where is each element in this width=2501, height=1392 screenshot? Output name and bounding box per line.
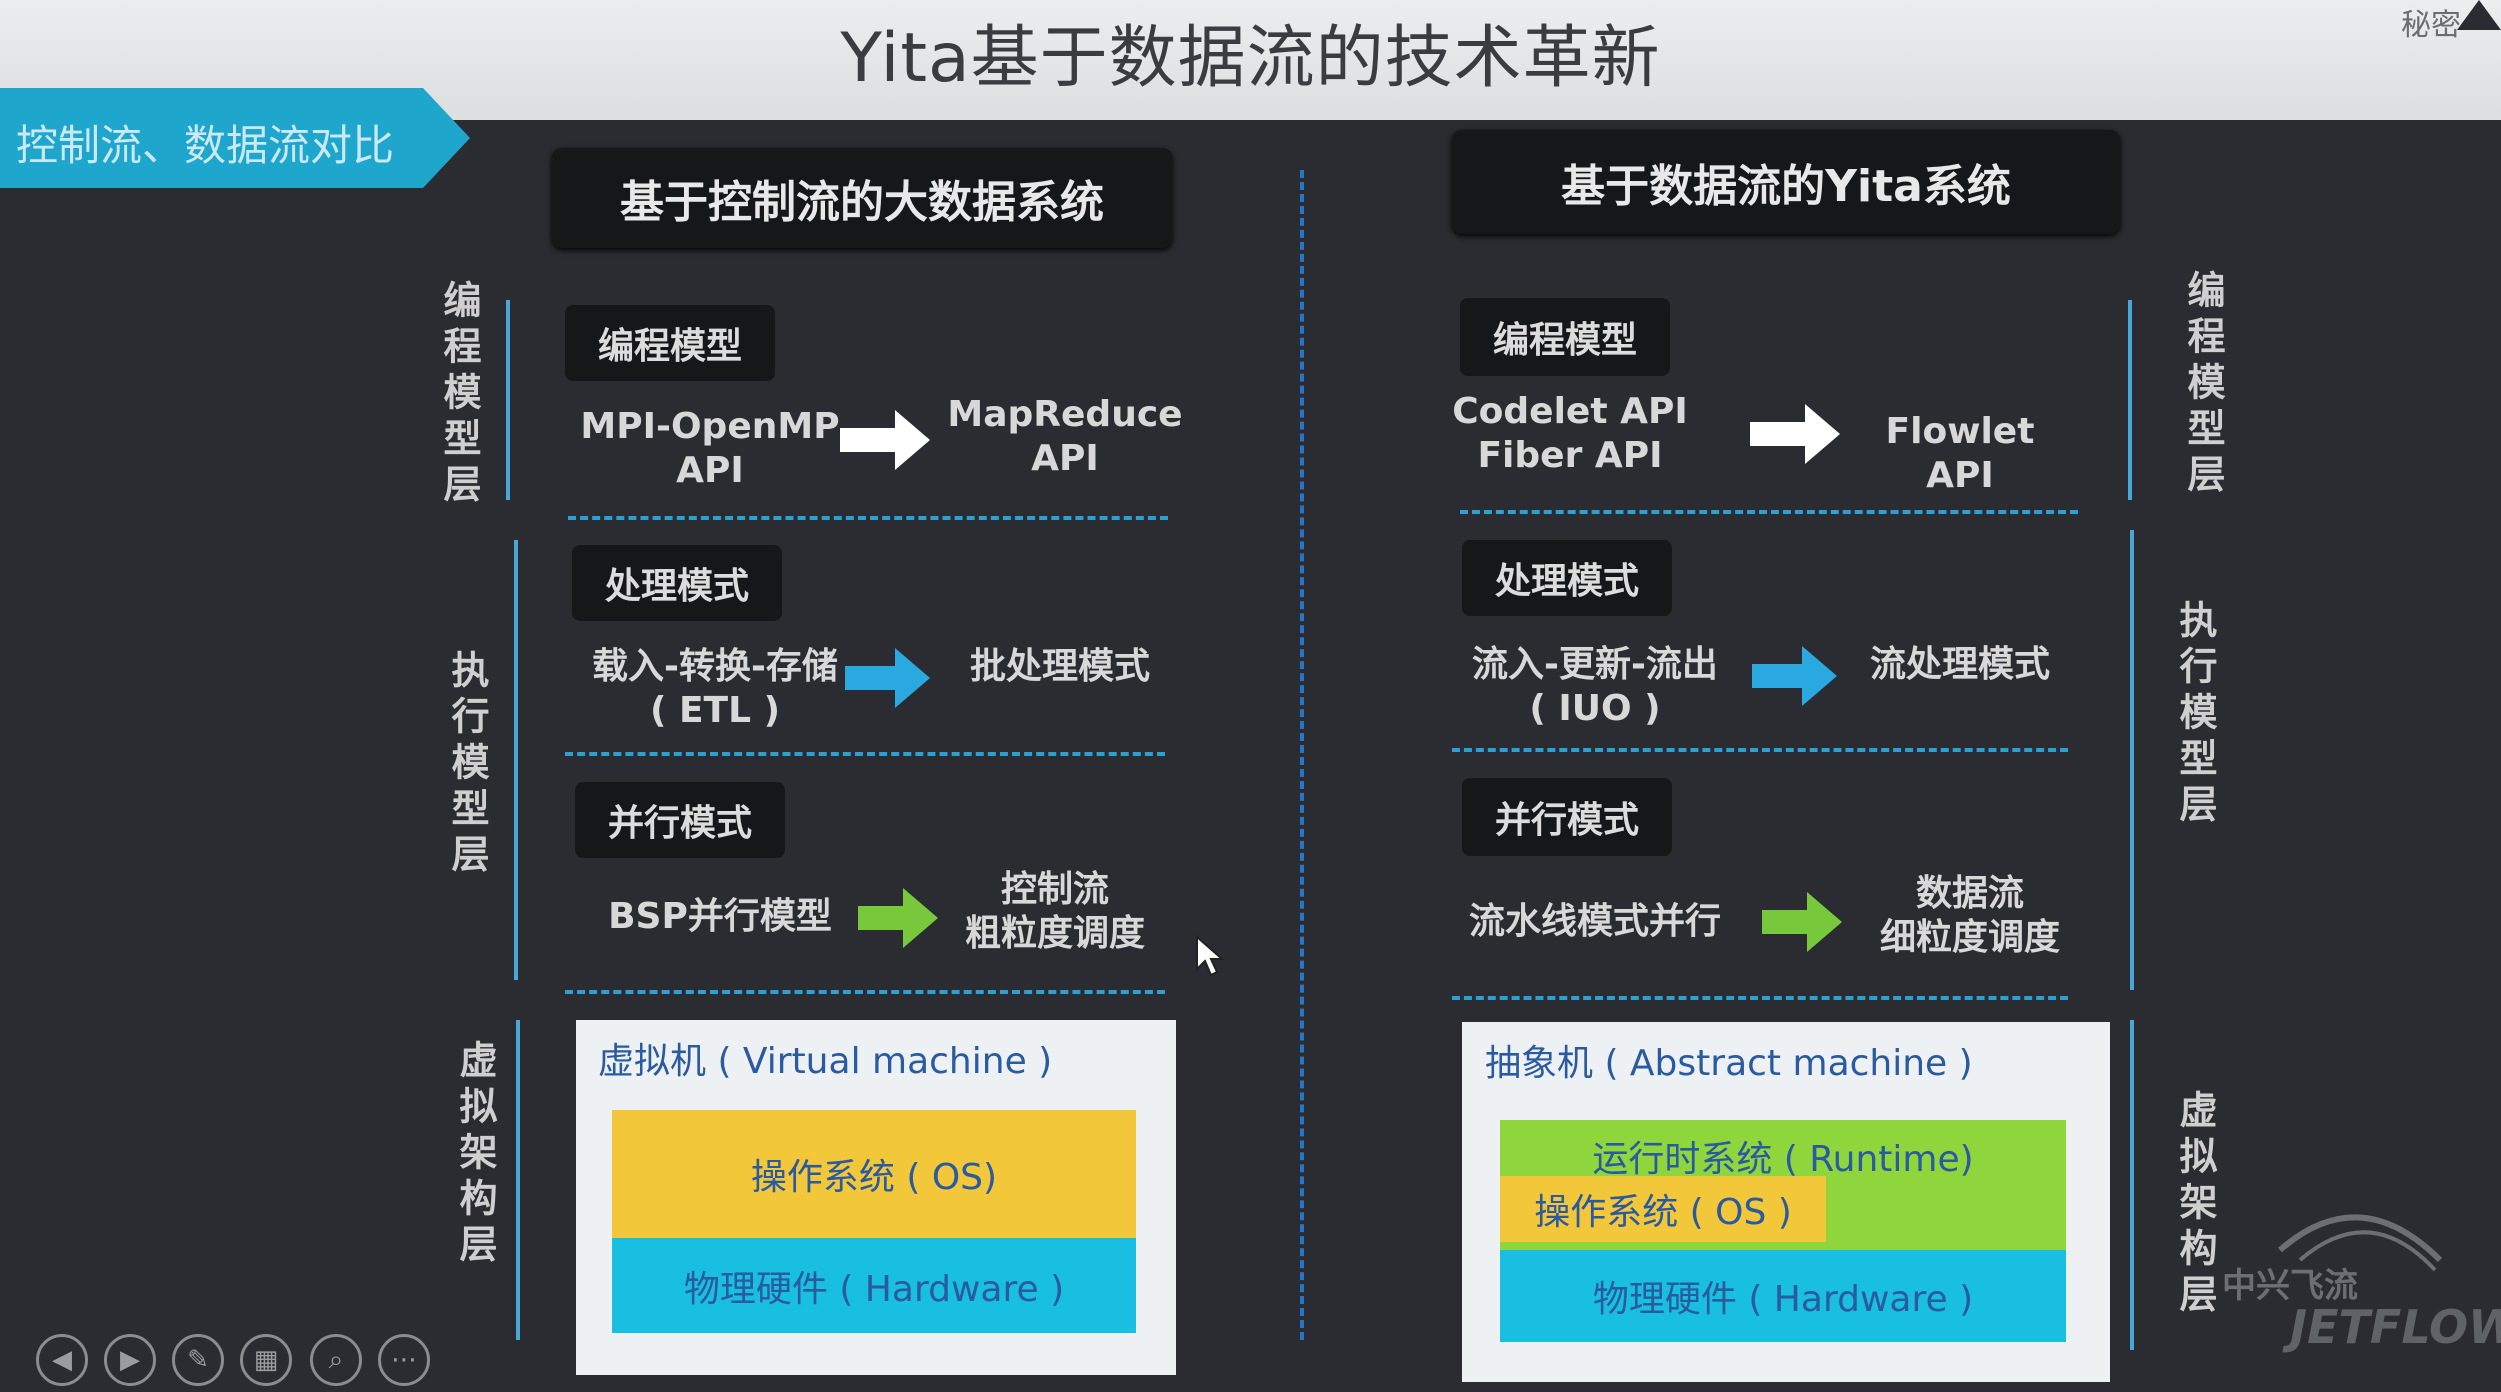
pen-icon[interactable]: ✎ — [172, 1334, 224, 1386]
right-divider-2 — [1452, 748, 2068, 752]
left-machine-label: 虚拟机 ( Virtual machine ) — [598, 1041, 1053, 1082]
right-badge-programming: 编程模型 — [1460, 298, 1670, 376]
left-layer-virtual: 虚拟架构层 — [453, 1040, 497, 1270]
right-row1-arrow-icon — [1750, 404, 1840, 464]
left-layer-execution: 执行模型层 — [445, 650, 489, 880]
right-panel-title: 基于数据流的Yita系统 — [1452, 130, 2120, 234]
logo-en: JETFLOW — [2290, 1300, 2501, 1354]
section-tag-text: 控制流、数据流对比 — [16, 121, 395, 170]
right-row3-arrow-icon — [1762, 892, 1842, 952]
corner-triangle-icon — [2457, 0, 2501, 30]
left-hw-layer: 物理硬件 ( Hardware ) — [612, 1238, 1136, 1333]
right-os-layer: 操作系统 ( OS ) — [1500, 1176, 1826, 1242]
right-row2-to: 流处理模式 — [1869, 644, 2050, 685]
left-row3-from: BSP并行模型 — [608, 896, 832, 937]
right-row2-from: 流入-更新-流出( IUO ) — [1472, 644, 1718, 729]
left-row3-to: 控制流 粗粒度调度 — [964, 869, 1145, 954]
right-badge-parallel: 并行模式 — [1462, 778, 1672, 856]
next-icon[interactable]: ▶ — [104, 1334, 156, 1386]
right-divider-3 — [1452, 996, 2068, 1000]
right-row3-from: 流水线模式并行 — [1468, 901, 1721, 942]
left-row3-arrow-icon — [858, 888, 938, 948]
right-layer-virtual: 虚拟架构层 — [2173, 1090, 2217, 1320]
left-row1-arrow-icon — [840, 410, 930, 470]
left-os-layer: 操作系统 ( OS) — [612, 1110, 1136, 1238]
left-row2-from: 载入-转换-存储( ETL ) — [592, 646, 838, 731]
left-layer-programming: 编程模型层 — [437, 280, 481, 510]
left-divider-2 — [565, 752, 1165, 756]
right-row2-arrow-icon — [1752, 646, 1837, 706]
left-row2-arrow-icon — [845, 648, 930, 708]
right-row3-to: 数据流 细粒度调度 — [1879, 873, 2060, 958]
left-panel-title: 基于控制流的大数据系统 — [552, 148, 1172, 248]
prev-icon[interactable]: ◀ — [36, 1334, 88, 1386]
mouse-cursor-icon — [1196, 935, 1225, 977]
left-layer-arrow-3 — [516, 1020, 520, 1340]
right-hw-layer: 物理硬件 ( Hardware ) — [1500, 1250, 2066, 1342]
right-layer-programming: 编程模型层 — [2181, 270, 2225, 500]
right-badge-processing: 处理模式 — [1462, 540, 1672, 616]
left-divider-3 — [565, 990, 1165, 994]
left-layer-arrow-1 — [506, 300, 510, 500]
right-divider-1 — [1460, 510, 2078, 514]
left-badge-parallel: 并行模式 — [575, 782, 785, 858]
right-row1-to: Flowlet API — [1885, 411, 2035, 496]
right-machine-label: 抽象机 ( Abstract machine ) — [1485, 1043, 1973, 1084]
left-badge-programming: 编程模型 — [565, 305, 775, 381]
zoom-icon[interactable]: ⌕ — [310, 1334, 362, 1386]
right-layer-execution: 执行模型层 — [2173, 600, 2217, 830]
left-badge-processing: 处理模式 — [572, 545, 782, 621]
secret-label: 秘密 — [2401, 8, 2461, 43]
logo-swoosh-icon — [2278, 1214, 2443, 1272]
left-layer-arrow-2 — [514, 540, 518, 980]
left-row2-to: 批处理模式 — [969, 646, 1150, 687]
right-layer-arrow-1 — [2128, 300, 2132, 500]
more-icon[interactable]: ⋯ — [378, 1334, 430, 1386]
right-row1-from: Codelet API Fiber API — [1452, 391, 1688, 476]
left-row1-to: MapReduce API — [947, 394, 1183, 479]
right-layer-arrow-3 — [2130, 1020, 2134, 1350]
slides-icon[interactable]: ▦ — [240, 1334, 292, 1386]
center-divider — [1300, 170, 1304, 1340]
slide-title: Yita基于数据流的技术革新 — [840, 19, 1661, 98]
left-divider-1 — [568, 516, 1168, 520]
right-layer-arrow-2 — [2130, 530, 2134, 990]
left-row1-from: MPI-OpenMP API — [580, 406, 840, 491]
